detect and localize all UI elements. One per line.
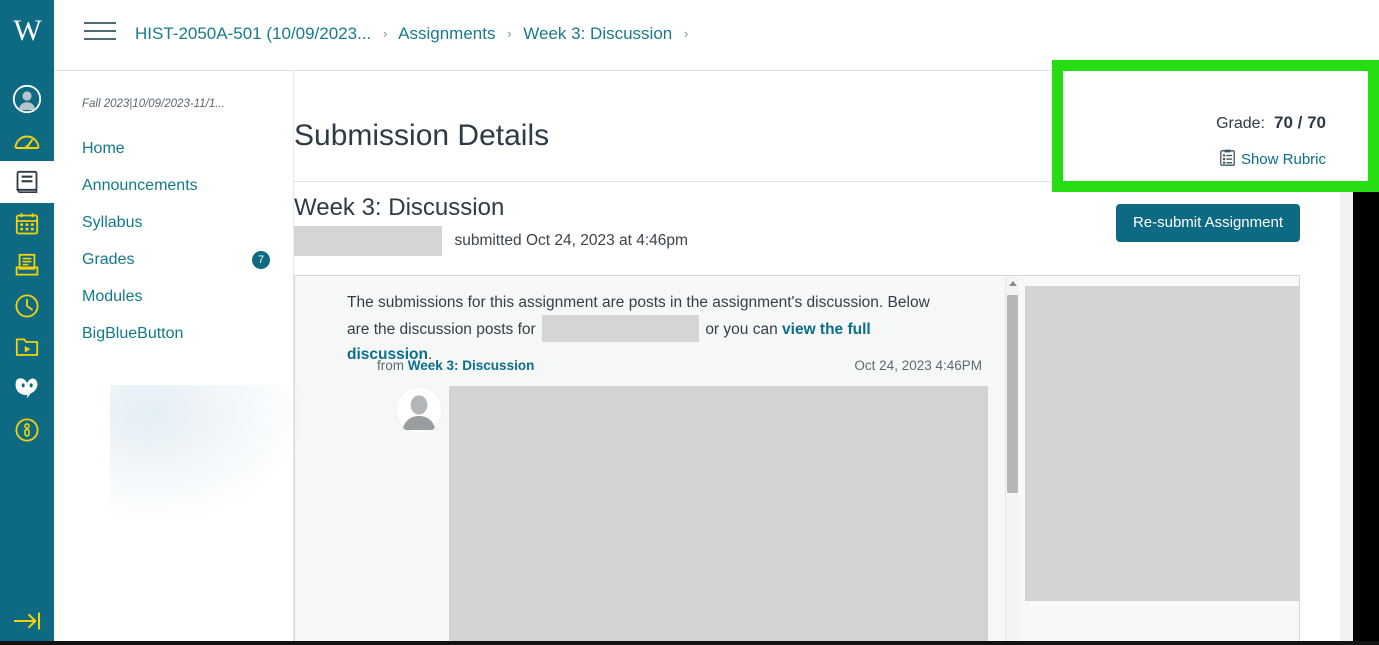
- sidebar-item-announcements[interactable]: Announcements: [54, 167, 294, 204]
- sidebar-item-label: Modules: [82, 287, 143, 305]
- sidebar-item-home[interactable]: Home: [54, 130, 294, 167]
- book-icon: [14, 169, 40, 195]
- grade-panel: Grade: 70 / 70 Show Rubric: [1063, 71, 1368, 181]
- global-nav-item-studio[interactable]: [0, 326, 54, 368]
- submitted-timestamp: submitted Oct 24, 2023 at 4:46pm: [454, 232, 688, 249]
- avatar-icon: [395, 386, 443, 434]
- course-term-label: Fall 2023|10/09/2023-11/1...: [82, 98, 225, 110]
- submission-preview-box: The submissions for this assignment are …: [294, 275, 1300, 645]
- scroll-up-arrow-icon[interactable]: [1009, 281, 1017, 286]
- global-nav-item-account[interactable]: [0, 78, 54, 120]
- from-label: from: [377, 358, 404, 373]
- breadcrumb-item-week3[interactable]: Week 3: Discussion: [523, 24, 672, 43]
- chevron-right-icon: ›: [683, 26, 689, 41]
- global-nav-item-help[interactable]: [0, 409, 54, 451]
- preview-side-pane: [1020, 277, 1299, 645]
- clock-icon: [14, 293, 40, 319]
- inbox-tray-icon: [14, 252, 40, 278]
- submission-meta-row: submitted Oct 24, 2023 at 4:46pm: [294, 226, 688, 256]
- redacted-post-body: [449, 386, 988, 645]
- global-nav-item-inbox[interactable]: [0, 244, 54, 286]
- avatar: [395, 386, 443, 434]
- sidebar-item-label: Grades: [82, 250, 135, 268]
- resubmit-assignment-button[interactable]: Re-submit Assignment: [1115, 204, 1300, 242]
- preview-scrollbar[interactable]: [1005, 277, 1019, 645]
- discussion-preview-pane: The submissions for this assignment are …: [295, 276, 1012, 645]
- sidebar-item-syllabus[interactable]: Syllabus: [54, 204, 294, 241]
- scrollbar-thumb[interactable]: [1007, 295, 1018, 493]
- sidebar-item-label: Home: [82, 139, 125, 157]
- global-nav-item-history[interactable]: [0, 285, 54, 327]
- grade-row: Grade: 70 / 70: [1216, 113, 1326, 133]
- grade-label: Grade:: [1216, 115, 1265, 132]
- sidebar-item-modules[interactable]: Modules: [54, 278, 294, 315]
- global-navigation-sidebar: W: [0, 0, 54, 645]
- arrow-to-right-icon: [10, 608, 44, 634]
- rubric-clipboard-icon: [1220, 149, 1235, 170]
- course-navigation-sidebar: Fall 2023|10/09/2023-11/1... Home Announ…: [54, 0, 294, 645]
- menu-icon[interactable]: [84, 22, 116, 48]
- redacted-inline-name: [542, 315, 699, 342]
- sidebar-item-label: Syllabus: [82, 213, 143, 231]
- show-rubric-label: Show Rubric: [1240, 151, 1326, 168]
- grade-value: 70 / 70: [1274, 113, 1326, 132]
- browser-viewport: W Fall 2023|10/09/2023-11/1... Home Anno…: [0, 0, 1379, 645]
- preview-intro-text: The submissions for this assignment are …: [347, 290, 947, 367]
- chat-heart-icon: [13, 376, 41, 400]
- user-circle-icon: [12, 84, 42, 114]
- course-nav-list: Home Announcements Syllabus Grades 7 Mod…: [54, 130, 294, 352]
- wiki-logo[interactable]: W: [0, 14, 54, 48]
- global-nav-item-courses[interactable]: [0, 161, 54, 203]
- sidebar-item-label: Announcements: [82, 176, 198, 194]
- breadcrumb-item-assignments[interactable]: Assignments: [398, 24, 495, 43]
- global-nav-item-calendar[interactable]: [0, 203, 54, 245]
- calendar-icon: [14, 211, 40, 237]
- breadcrumb: HIST-2050A-501 (10/09/2023... › Assignme…: [135, 24, 695, 44]
- bottom-black-gutter: [0, 641, 1379, 645]
- sidebar-item-bigbluebutton[interactable]: BigBlueButton: [54, 315, 294, 352]
- page-title: Submission Details: [294, 119, 550, 152]
- global-nav-item-dashboard[interactable]: [0, 120, 54, 162]
- grade-highlight-annotation: Grade: 70 / 70 Show Rubric: [1052, 60, 1379, 192]
- post-timestamp: Oct 24, 2023 4:46PM: [854, 358, 982, 373]
- global-nav-expand-button[interactable]: [0, 600, 54, 642]
- redacted-side-content: [1025, 286, 1299, 601]
- sidebar-item-label: BigBlueButton: [82, 324, 184, 342]
- global-nav-item-help-chat[interactable]: [0, 367, 54, 409]
- chevron-right-icon: ›: [383, 26, 388, 41]
- assignment-title: Week 3: Discussion: [294, 194, 505, 221]
- breadcrumb-item-course[interactable]: HIST-2050A-501 (10/09/2023...: [135, 24, 371, 43]
- discussion-post-meta: from Week 3: Discussion Oct 24, 2023 4:4…: [377, 358, 982, 373]
- intro-text-part2: or you can: [705, 321, 778, 338]
- dashboard-gauge-icon: [13, 128, 41, 154]
- discussion-topic-link[interactable]: Week 3: Discussion: [408, 358, 535, 373]
- show-rubric-button[interactable]: Show Rubric: [1220, 149, 1326, 170]
- info-badge-icon: [14, 417, 40, 443]
- status-badge: 7: [252, 251, 270, 269]
- redacted-student-name: [294, 226, 442, 256]
- video-folder-icon: [14, 334, 40, 360]
- sidebar-item-grades[interactable]: Grades 7: [54, 241, 294, 278]
- chevron-right-icon: ›: [507, 26, 512, 41]
